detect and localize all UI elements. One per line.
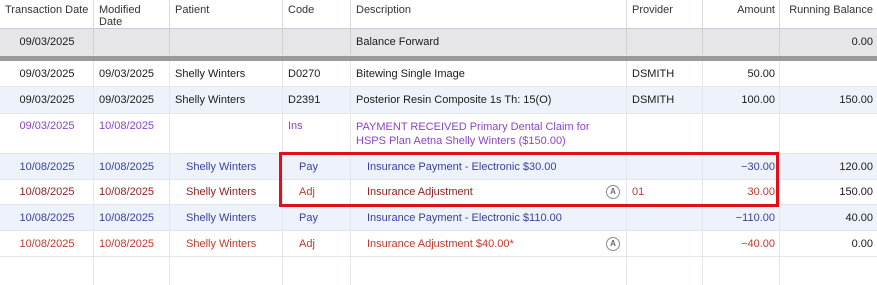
table-row[interactable]: 10/08/2025 10/08/2025 Shelly Winters Pay… <box>0 154 877 180</box>
description-cell: Insurance Adjustment A <box>351 180 627 204</box>
patient-name <box>170 114 283 153</box>
table-row[interactable]: 10/08/2025 10/08/2025 Shelly Winters Pay… <box>0 205 877 231</box>
description: Insurance Payment - Electronic $30.00 <box>351 154 627 179</box>
empty-cell <box>0 257 94 285</box>
col-modified-date[interactable]: Modified Date <box>94 0 170 28</box>
modified-date: 09/03/2025 <box>94 87 170 113</box>
transaction-date: 10/08/2025 <box>0 205 94 230</box>
col-description[interactable]: Description <box>351 0 627 28</box>
table-row[interactable]: 10/08/2025 10/08/2025 Shelly Winters Adj… <box>0 180 877 205</box>
provider: DSMITH <box>627 87 703 113</box>
patient-name: Shelly Winters <box>170 61 283 86</box>
running-balance: 150.00 <box>839 186 873 198</box>
provider <box>627 205 703 230</box>
col-code[interactable]: Code <box>283 0 351 28</box>
procedure-code: D2391 <box>283 87 351 113</box>
adjustment-a-badge[interactable]: A <box>606 185 620 199</box>
col-running-balance[interactable]: Running Balance <box>780 0 877 28</box>
bf-code-empty <box>283 29 351 55</box>
provider <box>627 231 703 256</box>
bf-date: 09/03/2025 <box>0 29 94 55</box>
description: Insurance Adjustment <box>367 186 473 198</box>
payment-code: Pay <box>283 205 351 230</box>
provider <box>627 114 703 153</box>
transaction-date: 10/08/2025 <box>0 231 94 256</box>
amount: −110.00 <box>703 205 780 230</box>
transaction-date: 09/03/2025 <box>0 87 94 113</box>
claim-code: Ins <box>283 114 351 153</box>
col-amount[interactable]: Amount <box>703 0 780 28</box>
provider: 01 <box>627 180 703 204</box>
empty-cell <box>627 257 703 285</box>
balance-forward-row[interactable]: 09/03/2025 Balance Forward 0.00 <box>0 29 877 56</box>
amount: −40.00 <box>703 231 780 256</box>
adjustment-a-badge[interactable]: A <box>606 236 620 251</box>
bf-running-balance: 0.00 <box>851 36 873 48</box>
empty-cell <box>94 257 170 285</box>
bf-modified-empty <box>94 29 170 55</box>
provider <box>627 154 703 179</box>
bf-description: Balance Forward <box>351 29 627 55</box>
table-row[interactable]: 09/03/2025 09/03/2025 Shelly Winters D02… <box>0 61 877 87</box>
transaction-date: 10/08/2025 <box>0 180 94 204</box>
modified-date: 10/08/2025 <box>94 205 170 230</box>
amount <box>703 114 780 153</box>
description: Insurance Adjustment $40.00* <box>367 237 514 250</box>
running-balance: 40.00 <box>845 211 873 224</box>
running-balance: 120.00 <box>839 160 873 173</box>
modified-date: 10/08/2025 <box>94 154 170 179</box>
patient-name: Shelly Winters <box>170 154 283 179</box>
patient-name: Shelly Winters <box>170 231 283 256</box>
description: Bitewing Single Image <box>351 61 627 86</box>
running-balance <box>780 114 877 153</box>
description: Posterior Resin Composite 1s Th: 15(O) <box>351 87 627 113</box>
transaction-date: 09/03/2025 <box>0 114 94 153</box>
patient-name: Shelly Winters <box>170 180 283 204</box>
bf-provider-empty <box>627 29 703 55</box>
running-balance: 150.00 <box>839 94 873 106</box>
empty-cell <box>283 257 351 285</box>
empty-cell <box>703 257 780 285</box>
modified-date: 10/08/2025 <box>94 180 170 204</box>
running-balance <box>780 61 877 86</box>
empty-cell <box>170 257 283 285</box>
amount: 100.00 <box>703 87 780 113</box>
adjustment-code: Adj <box>283 180 351 204</box>
empty-cell <box>780 257 877 285</box>
patient-name: Shelly Winters <box>170 87 283 113</box>
col-provider[interactable]: Provider <box>627 0 703 28</box>
modified-date: 10/08/2025 <box>94 114 170 153</box>
empty-row <box>0 257 877 285</box>
table-row[interactable]: 09/03/2025 10/08/2025 Ins PAYMENT RECEIV… <box>0 114 877 154</box>
amount: 30.00 <box>703 180 780 204</box>
adjustment-code: Adj <box>283 231 351 256</box>
ledger-header: Transaction Date Modified Date Patient C… <box>0 0 877 29</box>
running-balance: 0.00 <box>851 237 873 250</box>
table-row[interactable]: 10/08/2025 10/08/2025 Shelly Winters Adj… <box>0 231 877 257</box>
transaction-date: 10/08/2025 <box>0 154 94 179</box>
table-row[interactable]: 09/03/2025 09/03/2025 Shelly Winters D23… <box>0 87 877 114</box>
payment-code: Pay <box>283 154 351 179</box>
description: Insurance Payment - Electronic $110.00 <box>351 205 627 230</box>
transaction-date: 09/03/2025 <box>0 61 94 86</box>
procedure-code: D0270 <box>283 61 351 86</box>
empty-cell <box>351 257 627 285</box>
amount: −30.00 <box>703 154 780 179</box>
modified-date: 10/08/2025 <box>94 231 170 256</box>
patient-name: Shelly Winters <box>170 205 283 230</box>
amount: 50.00 <box>703 61 780 86</box>
claim-description[interactable]: PAYMENT RECEIVED Primary Dental Claim fo… <box>351 114 627 153</box>
provider: DSMITH <box>627 61 703 86</box>
col-patient[interactable]: Patient <box>170 0 283 28</box>
description-cell: Insurance Adjustment $40.00* A <box>351 231 627 256</box>
modified-date: 09/03/2025 <box>94 61 170 86</box>
col-transaction-date[interactable]: Transaction Date <box>0 0 94 28</box>
bf-patient-empty <box>170 29 283 55</box>
bf-amount-empty <box>703 29 780 55</box>
